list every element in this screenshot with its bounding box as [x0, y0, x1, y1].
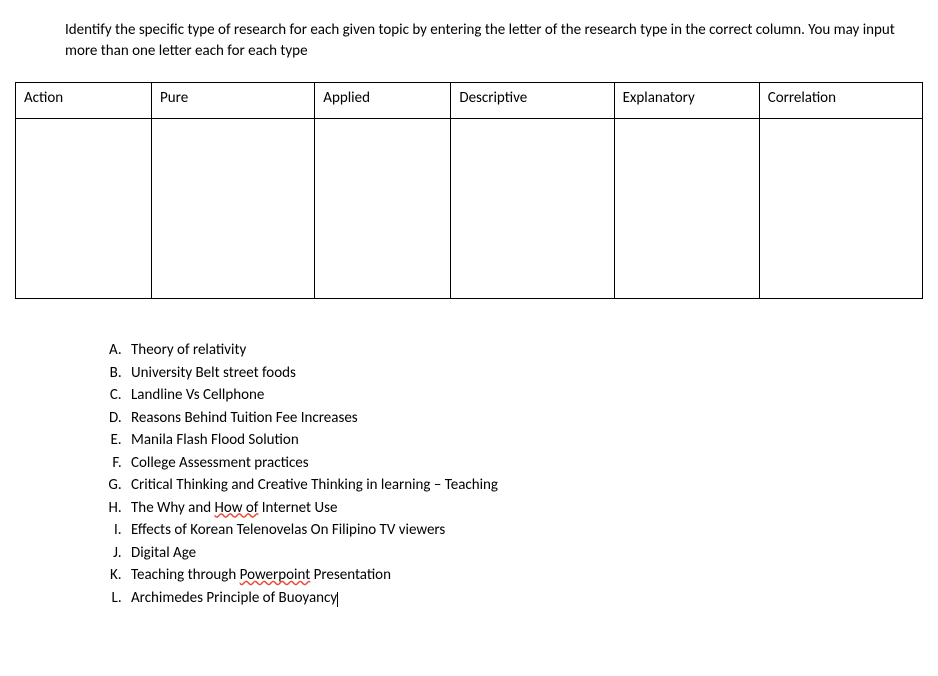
table-input-row	[16, 119, 923, 299]
header-descriptive: Descriptive	[451, 83, 614, 119]
cell-action[interactable]	[16, 119, 152, 299]
header-correlation: Correlation	[759, 83, 922, 119]
instructions-text: Identify the specific type of research f…	[65, 20, 903, 62]
list-item: Landline Vs Cellphone	[125, 384, 923, 407]
table-header-row: Action Pure Applied Descriptive Explanat…	[16, 83, 923, 119]
spellcheck-error: Powerpoint	[240, 566, 311, 584]
header-pure: Pure	[152, 83, 315, 119]
list-item: College Assessment practices	[125, 452, 923, 475]
topic-list: Theory of relativity University Belt str…	[95, 339, 923, 609]
cell-explanatory[interactable]	[614, 119, 759, 299]
list-item: Critical Thinking and Creative Thinking …	[125, 474, 923, 497]
topic-list-container: Theory of relativity University Belt str…	[95, 339, 923, 609]
list-item: Digital Age	[125, 542, 923, 565]
list-item: The Why and How of Internet Use	[125, 497, 923, 520]
list-item: Reasons Behind Tuition Fee Increases	[125, 407, 923, 430]
list-item: Effects of Korean Telenovelas On Filipin…	[125, 519, 923, 542]
list-item: Teaching through Powerpoint Presentation	[125, 564, 923, 587]
cell-pure[interactable]	[152, 119, 315, 299]
spellcheck-error: How of	[215, 499, 259, 517]
cell-applied[interactable]	[315, 119, 451, 299]
text-cursor: Archimedes Principle of Buoyancy	[131, 587, 338, 610]
header-applied: Applied	[315, 83, 451, 119]
cell-correlation[interactable]	[759, 119, 922, 299]
list-item: Theory of relativity	[125, 339, 923, 362]
header-explanatory: Explanatory	[614, 83, 759, 119]
list-item: Archimedes Principle of Buoyancy	[125, 587, 923, 610]
list-item: University Belt street foods	[125, 362, 923, 385]
research-type-table: Action Pure Applied Descriptive Explanat…	[15, 82, 923, 299]
cell-descriptive[interactable]	[451, 119, 614, 299]
header-action: Action	[16, 83, 152, 119]
list-item: Manila Flash Flood Solution	[125, 429, 923, 452]
